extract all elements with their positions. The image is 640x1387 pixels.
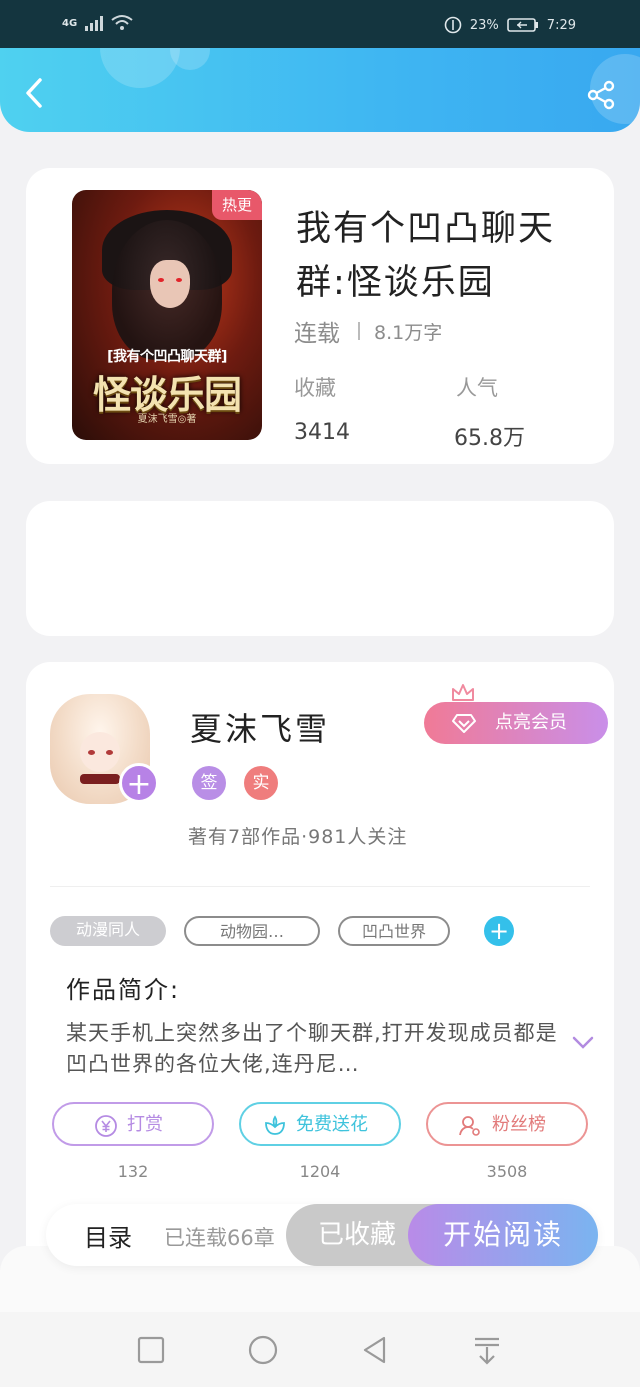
intro-text: 某天手机上突然多出了个聊天群,打开发现成员都是凹凸世界的各位大佬,连丹尼…: [66, 1021, 558, 1076]
book-info-card: [我有个凹凸聊天群] 怪谈乐园 夏沫飞雪◎著 热更 我有个凹凸聊天群:怪谈乐园 …: [26, 168, 614, 464]
tag-pill[interactable]: 凹凸世界: [338, 916, 450, 946]
header-bubble: [170, 48, 210, 70]
battery-icon: [506, 18, 538, 32]
status-bar: 4G 23% 7:29: [0, 0, 640, 48]
chevron-down-icon[interactable]: [572, 1036, 594, 1050]
cover-face: [150, 260, 190, 308]
coin-icon: [95, 1115, 117, 1137]
send-flower-label: 免费送花: [296, 1114, 368, 1135]
flower-count: 1204: [299, 1162, 341, 1181]
send-flower-button[interactable]: 免费送花: [239, 1102, 401, 1146]
reward-label: 打赏: [127, 1114, 163, 1135]
fans-rank-button[interactable]: 粉丝榜: [426, 1102, 588, 1146]
user-icon: [459, 1116, 480, 1136]
back-nav-icon[interactable]: [359, 1334, 391, 1366]
tag-pill[interactable]: 动漫同人: [50, 916, 166, 946]
data-saver-icon: [444, 16, 462, 34]
recent-apps-icon[interactable]: [135, 1334, 167, 1366]
divider: [50, 886, 590, 887]
popularity-label: 人气: [456, 376, 498, 400]
share-icon[interactable]: [586, 80, 616, 110]
placeholder-card: [26, 501, 614, 636]
reward-count: 132: [117, 1162, 149, 1181]
start-reading-button[interactable]: 开始阅读: [408, 1204, 598, 1266]
fans-rank-label: 粉丝榜: [492, 1114, 546, 1135]
meta-separator: [358, 322, 360, 340]
cover-eye: [176, 278, 182, 282]
battery-percent: 23%: [469, 17, 499, 33]
reading-bar: 目录 已连载66章 已收藏 开始阅读: [46, 1204, 598, 1266]
verified-badge: 实: [244, 766, 278, 800]
serial-status: 连载: [294, 321, 340, 347]
system-nav-bar: [0, 1312, 640, 1387]
book-meta: 连载 8.1万字: [294, 314, 442, 348]
favorites-label: 收藏: [294, 376, 336, 400]
cover-eye: [158, 278, 164, 282]
signed-badge: 签: [192, 766, 226, 800]
top-header: [0, 48, 640, 132]
home-icon[interactable]: [247, 1334, 279, 1366]
tag-pill[interactable]: 动物园…: [184, 916, 320, 946]
hot-badge: 热更: [212, 190, 262, 220]
wifi-icon: [111, 15, 133, 30]
chapter-count: 已连载66章: [164, 1226, 275, 1250]
crown-icon: [452, 684, 474, 701]
clock: 7:29: [546, 17, 576, 33]
avatar-face: [80, 732, 120, 772]
add-tag-button[interactable]: +: [484, 916, 514, 946]
notification-shade-icon[interactable]: [471, 1334, 503, 1366]
flower-icon: [265, 1115, 285, 1135]
cover-author: 夏沫飞雪◎著: [137, 414, 197, 425]
vip-button-label: 点亮会员: [495, 712, 567, 733]
vip-button[interactable]: 点亮会员: [424, 702, 608, 744]
word-count: 8.1万字: [374, 321, 443, 344]
reward-button[interactable]: 打赏: [52, 1102, 214, 1146]
table-of-contents-button[interactable]: 目录: [84, 1218, 132, 1253]
fans-count: 3508: [486, 1162, 528, 1181]
favorites-value: 3414: [294, 420, 350, 445]
book-cover[interactable]: [我有个凹凸聊天群] 怪谈乐园 夏沫飞雪◎著 热更: [72, 190, 262, 440]
avatar-eye: [106, 750, 113, 755]
back-icon[interactable]: [18, 76, 52, 110]
avatar-collar: [80, 774, 120, 784]
author-name: 夏沫飞雪: [190, 710, 331, 748]
author-stats: 著有7部作品·981人关注: [188, 826, 408, 848]
author-card: + 夏沫飞雪 签 实 点亮会员 著有7部作品·981人关注 动漫同人 动物园… …: [26, 662, 614, 1282]
signal-icon: [85, 15, 104, 31]
cover-subtitle: [我有个凹凸聊天群]: [107, 349, 227, 365]
intro-title: 作品简介:: [66, 976, 181, 1004]
follow-add-button[interactable]: +: [119, 763, 159, 803]
popularity-value: 65.8万: [454, 426, 525, 451]
network-label: 4G: [62, 17, 78, 29]
avatar-eye: [88, 750, 95, 755]
book-title: 我有个凹凸聊天群:怪谈乐园: [296, 209, 556, 303]
header-bubble: [100, 48, 180, 88]
diamond-icon: [452, 714, 476, 733]
